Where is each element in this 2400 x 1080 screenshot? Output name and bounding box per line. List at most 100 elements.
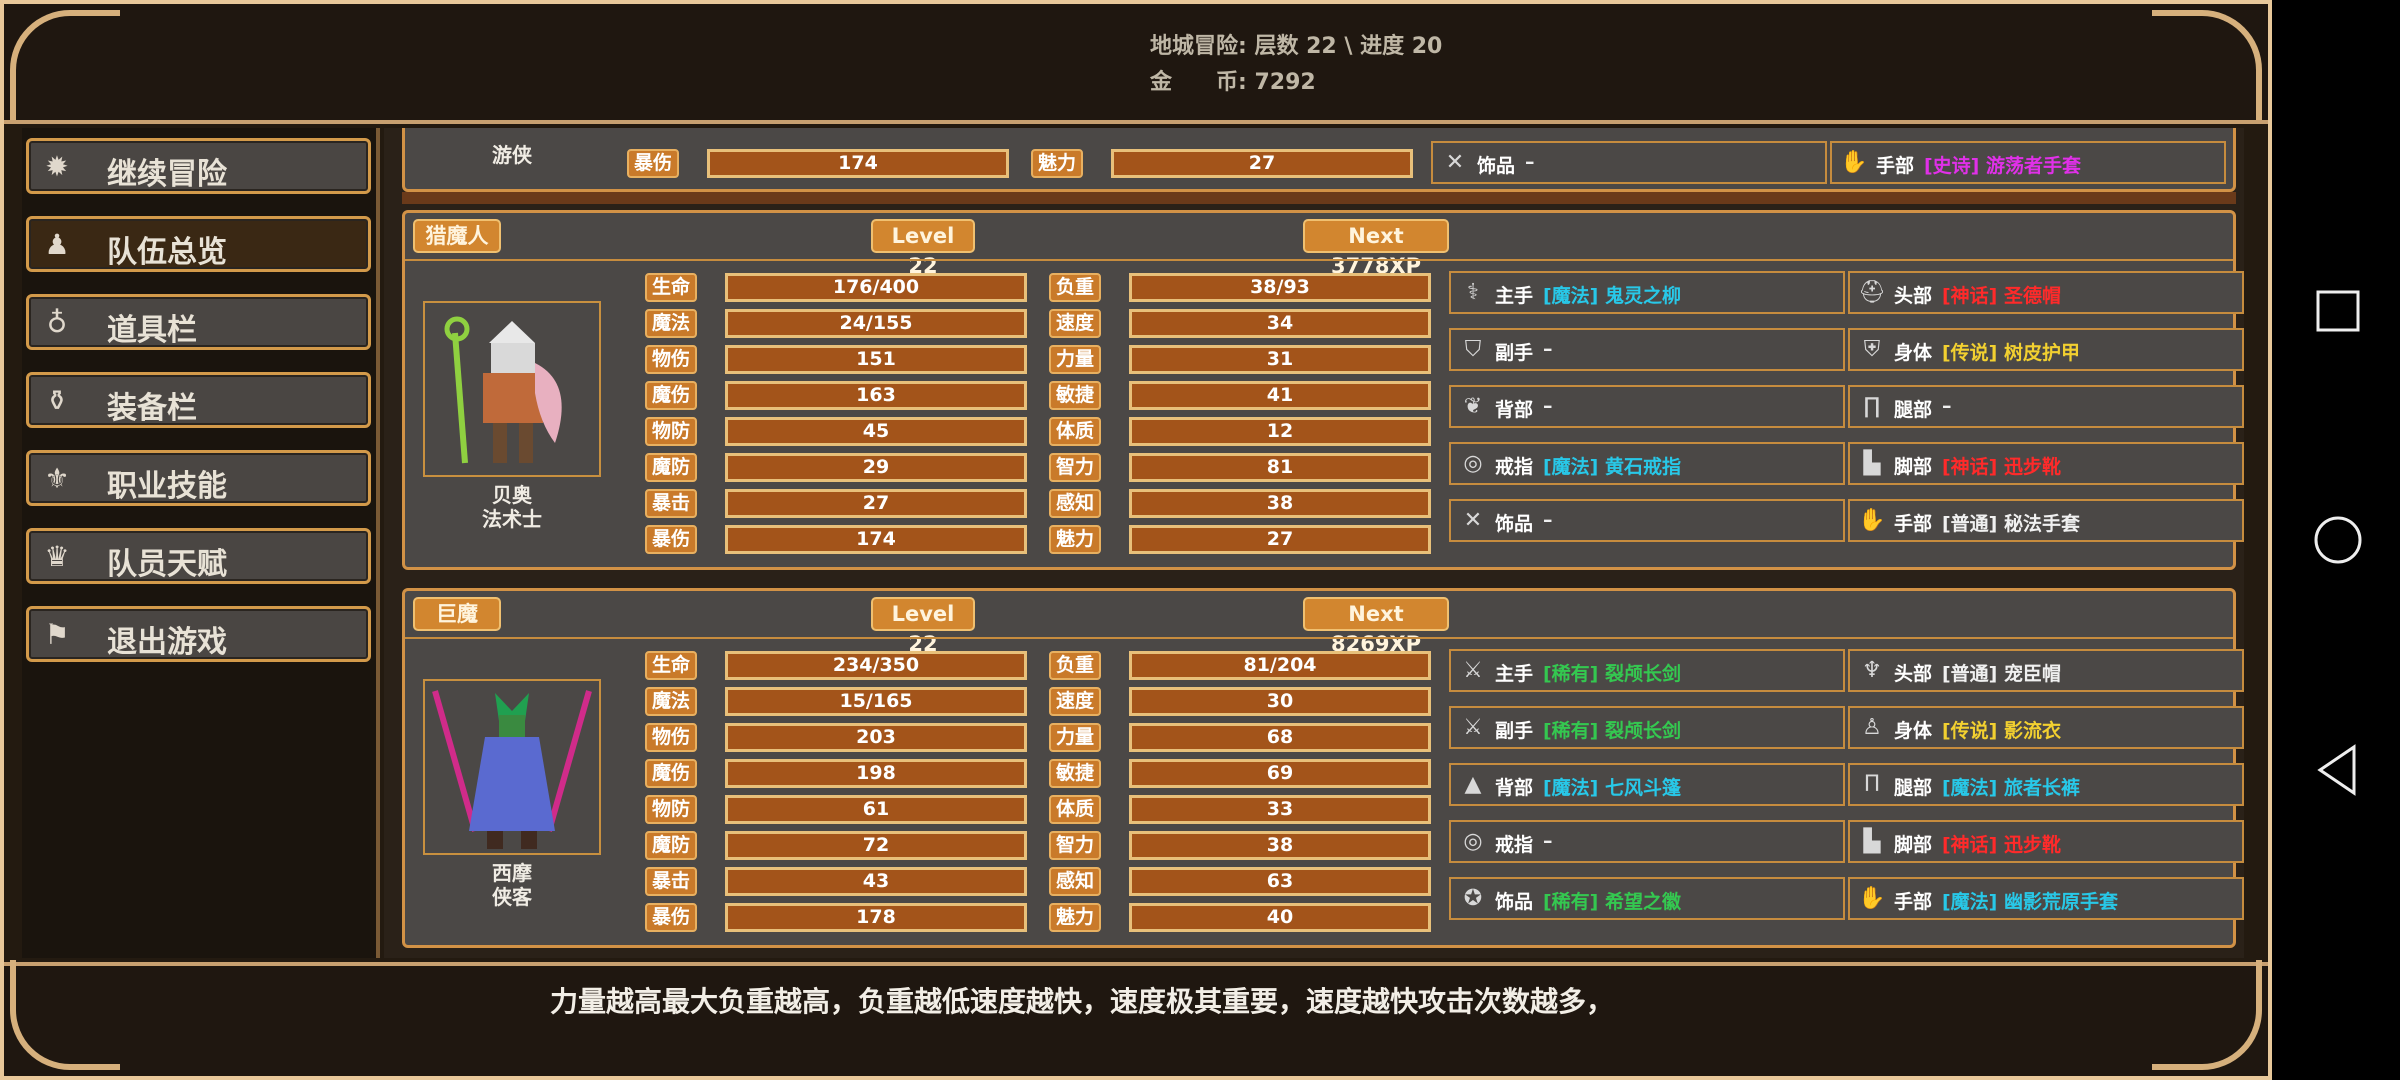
stat-label: 魅力 (1031, 149, 1083, 178)
equip-item-name: [稀有] 裂颅长剑 (1543, 663, 1681, 685)
stat-value: 178 (725, 903, 1027, 932)
equip-slot[interactable]: ▲ 背部 [魔法] 七风斗篷 (1449, 763, 1845, 806)
triangle-icon[interactable] (2272, 730, 2400, 810)
footer-bar: 力量越高最大负重越高，负重越低速度越快，速度极其重要，速度越快攻击次数越多， (4, 962, 2268, 1076)
gauntlet-icon: ✋ (1858, 508, 1886, 533)
stat-label: 魔伤 (645, 381, 697, 410)
equip-slot[interactable]: Π 腿部 [魔法] 旅者长裤 (1848, 763, 2244, 806)
stat-value: 41 (1129, 381, 1431, 410)
stat-label: 物防 (645, 795, 697, 824)
stat-value: 40 (1129, 903, 1431, 932)
equip-slot[interactable]: ⚕ 主手 [魔法] 鬼灵之柳 (1449, 271, 1845, 314)
stat-value: 27 (725, 489, 1027, 518)
stat-value: 163 (725, 381, 1027, 410)
menu-label: 道具栏 (107, 313, 197, 348)
medal-icon: ✪ (1463, 886, 1483, 911)
stat-label: 暴击 (645, 489, 697, 518)
equip-slot[interactable]: ✕ 饰品 – (1449, 499, 1845, 542)
menu-button-1[interactable]: ✹ 继续冒险 (26, 138, 371, 194)
equip-item-name: [魔法] 旅者长裤 (1942, 777, 2080, 799)
equip-slot[interactable]: ◎ 戒指 – (1449, 820, 1845, 863)
equip-slot[interactable]: ▙ 脚部 [神话] 迅步靴 (1848, 442, 2244, 485)
equip-slot-name: 身体 (1894, 720, 1933, 742)
stat-label: 体质 (1049, 417, 1101, 446)
crown-icon: ♛ (44, 540, 70, 573)
equip-slot[interactable]: ✋ 手部 [普通] 秘法手套 (1848, 499, 2244, 542)
character-card-partial[interactable]: 游侠 暴伤 174 魅力 27 ✕ 饰品 – ✋ 手部 [史诗] 游荡者手套 (402, 128, 2236, 192)
equip-slot[interactable]: ▙ 脚部 [神话] 迅步靴 (1848, 820, 2244, 863)
menu-button-2[interactable]: ♟ 队伍总览 (26, 216, 371, 272)
class-badge[interactable]: 猎魔人 (413, 219, 501, 253)
stat-label: 魅力 (1049, 903, 1101, 932)
equip-slot[interactable]: ⛨ 身体 [传说] 树皮护甲 (1848, 328, 2244, 371)
menu-button-5[interactable]: ⚜ 职业技能 (26, 450, 371, 506)
equip-slot[interactable]: ✕ 饰品 – (1431, 141, 1827, 184)
stat-value: 151 (725, 345, 1027, 374)
character-class: 游侠 (492, 143, 532, 167)
stat-label: 负重 (1049, 651, 1101, 680)
equip-slot-name: 副手 (1495, 720, 1534, 742)
stat-label: 暴伤 (645, 903, 697, 932)
stat-label: 魔防 (645, 831, 697, 860)
equip-slot[interactable]: ✋ 手部 [魔法] 幽影荒原手套 (1848, 877, 2244, 920)
gold-count: 金 币: 7292 (1150, 70, 1316, 95)
menu-button-7[interactable]: ⚑ 退出游戏 (26, 606, 371, 662)
menu-label: 装备栏 (107, 391, 197, 426)
equip-item-name: [神话] 迅步靴 (1942, 834, 2061, 856)
character-portrait[interactable] (423, 679, 601, 855)
character-class: 法术士 (482, 507, 542, 531)
character-portrait[interactable] (423, 301, 601, 477)
equip-slot[interactable]: ⛑ 头部 [神话] 圣德帽 (1848, 271, 2244, 314)
stat-value: 43 (725, 867, 1027, 896)
menu-button-4[interactable]: ⚱ 装备栏 (26, 372, 371, 428)
equip-slot-name: 手部 (1894, 891, 1933, 913)
equip-slot[interactable]: ∏ 腿部 – (1848, 385, 2244, 428)
equip-slot[interactable]: ⚔ 副手 [稀有] 裂颅长剑 (1449, 706, 1845, 749)
equip-slot[interactable]: ◎ 戒指 [魔法] 黄石戒指 (1449, 442, 1845, 485)
cloak-icon: ▲ (1464, 772, 1482, 797)
stat-value: 38 (1129, 489, 1431, 518)
class-badge[interactable]: 巨魔 (413, 597, 501, 631)
stat-label: 智力 (1049, 453, 1101, 482)
circle-icon[interactable] (2272, 500, 2400, 580)
jester-hat-icon: ♆ (1862, 658, 1882, 683)
equip-item-name: [神话] 圣德帽 (1942, 285, 2061, 307)
equip-slot-name: 饰品 (1495, 891, 1534, 913)
equip-slot[interactable]: ❦ 背部 – (1449, 385, 1845, 428)
stat-label: 感知 (1049, 489, 1101, 518)
equip-slot[interactable]: ♆ 头部 [普通] 宠臣帽 (1848, 649, 2244, 692)
equip-slot[interactable]: ⚔ 主手 [稀有] 裂颅长剑 (1449, 649, 1845, 692)
stat-value: 61 (725, 795, 1027, 824)
equip-slot[interactable]: ✪ 饰品 [稀有] 希望之徽 (1449, 877, 1845, 920)
sidebar-menu: ✹ 继续冒险 ♟ 队伍总览 ♁ 道具栏 ⚱ 装备栏 ⚜ 职业技能 ♛ 队员天赋 ⚑ 退出游戏 (22, 128, 380, 958)
equip-slot-name: 头部 (1894, 663, 1933, 685)
stat-value: 31 (1129, 345, 1431, 374)
menu-button-3[interactable]: ♁ 道具栏 (26, 294, 371, 350)
shield-icon: ⛉ (1464, 337, 1482, 362)
divider (402, 192, 2236, 204)
stat-value: 15/165 (725, 687, 1027, 716)
equip-slot-name: 主手 (1495, 663, 1534, 685)
next-xp-badge: Next 3778XP (1303, 219, 1449, 278)
equip-slot-name: 手部 (1876, 155, 1915, 177)
stat-value: 81/204 (1129, 651, 1431, 680)
stat-value: 24/155 (725, 309, 1027, 338)
equip-slot[interactable]: ⛉ 副手 – (1449, 328, 1845, 371)
boots-icon: ▙ (1863, 829, 1881, 854)
character-card[interactable]: 巨魔 Level 22 Next 8269XP 西摩 侠客 生命 234/350 负重 81/2… (402, 588, 2244, 948)
armor-icon: ⛨ (1863, 337, 1881, 362)
stat-value: 174 (707, 149, 1009, 178)
equip-slot[interactable]: ♙ 身体 [传说] 影流衣 (1848, 706, 2244, 749)
menu-button-6[interactable]: ♛ 队员天赋 (26, 528, 371, 584)
stat-value: 34 (1129, 309, 1431, 338)
dragon-icon: ✹ (45, 150, 69, 183)
hat-icon: ⛑ (1858, 280, 1886, 305)
square-icon[interactable] (2272, 270, 2400, 350)
stat-label: 魔法 (645, 687, 697, 716)
character-card[interactable]: 猎魔人 Level 22 Next 3778XP 贝奥 法术士 生命 176/400 负重 38… (402, 210, 2244, 570)
equip-item-name: [魔法] 鬼灵之柳 (1543, 285, 1681, 307)
header-bar: 地城冒险: 层数 22 \ 进度 20 金 币: 7292 (4, 4, 2268, 124)
stat-value: 38/93 (1129, 273, 1431, 302)
equip-slot[interactable]: ✋ 手部 [史诗] 游荡者手套 (1830, 141, 2226, 184)
party-overview-panel[interactable]: 游侠 暴伤 174 魅力 27 ✕ 饰品 – ✋ 手部 [史诗] 游荡者手套 猎魔人 Level 22… (384, 128, 2244, 958)
